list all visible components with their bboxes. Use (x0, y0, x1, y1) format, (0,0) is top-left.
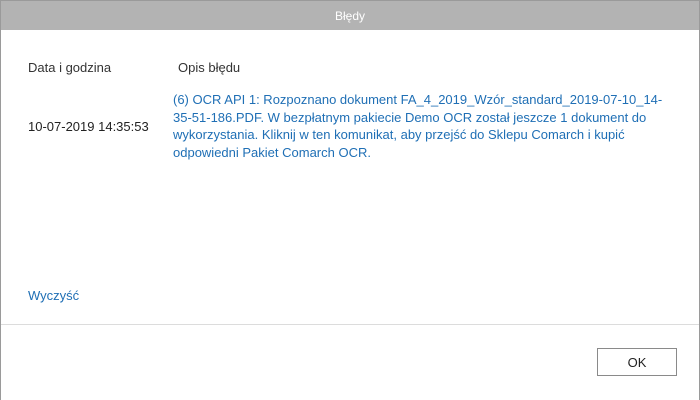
errors-dialog: Błędy Data i godzina Opis błędu 10-07-20… (0, 0, 700, 400)
column-header-description: Opis błędu (178, 60, 241, 75)
dialog-titlebar: Błędy (1, 1, 699, 30)
column-header-datetime: Data i godzina (28, 60, 112, 75)
error-description-link[interactable]: (6) OCR API 1: Rozpoznano dokument FA_4_… (173, 91, 673, 161)
error-datetime: 10-07-2019 14:35:53 (28, 119, 149, 134)
error-row[interactable]: 10-07-2019 14:35:53 (6) OCR API 1: Rozpo… (1, 91, 699, 163)
dialog-title: Błędy (334, 8, 366, 23)
ok-button[interactable]: OK (597, 348, 677, 376)
clear-link[interactable]: Wyczyść (28, 288, 79, 303)
dialog-footer: OK (1, 324, 699, 400)
